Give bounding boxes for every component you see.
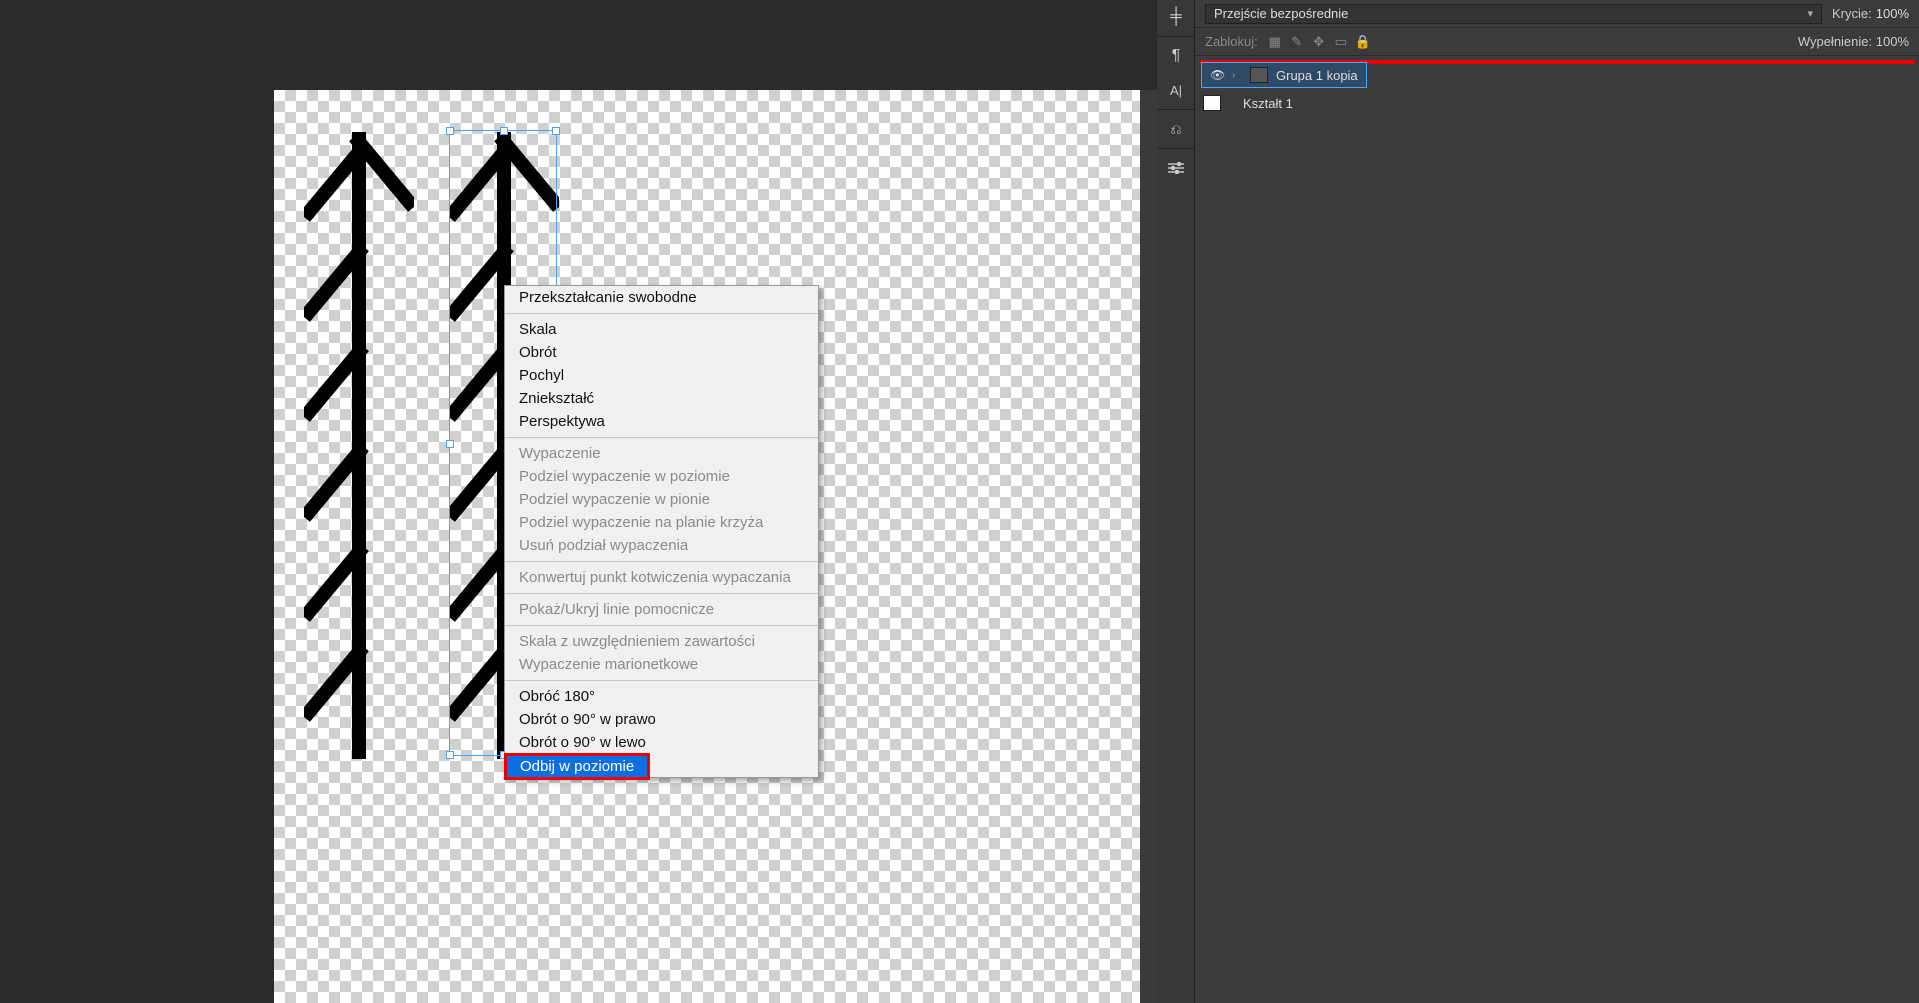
transform-handle-nw[interactable] <box>446 127 454 135</box>
layer-visibility-icon[interactable]: 👁 <box>1210 68 1224 82</box>
context-menu-item: Wypaczenie <box>505 442 818 465</box>
context-menu-item[interactable]: Obrót <box>505 341 818 364</box>
layer-name[interactable]: Grupa 1 kopia <box>1276 68 1358 83</box>
lock-artboard-icon[interactable]: ▭ <box>1332 33 1350 51</box>
fill-value[interactable]: 100% <box>1876 34 1909 49</box>
layers-list: 👁›Grupa 1 kopia👁›Grupa 1👁Kształt 1 <box>1195 56 1919 116</box>
context-menu-item[interactable]: Obrót o 90° w prawo <box>505 708 818 731</box>
artwork-branch-1 <box>304 132 414 772</box>
context-menu-item: Pokaż/Ukryj linie pomocnicze <box>505 598 818 621</box>
layers-lock-row: Zablokuj: ▦ ✎ ✥ ▭ 🔒 Wypełnienie: 100% <box>1195 28 1919 56</box>
blend-mode-dropdown[interactable]: Przejście bezpośrednie ▾ <box>1205 4 1822 24</box>
layer-name[interactable]: Kształt 1 <box>1243 96 1293 111</box>
context-menu-item: Podziel wypaczenie w poziomie <box>505 465 818 488</box>
context-menu-item[interactable]: Przekształcanie swobodne <box>505 286 818 309</box>
brush-panel-icon[interactable]: ╪ <box>1157 0 1195 34</box>
context-menu-item: Usuń podział wypaczenia <box>505 534 818 557</box>
transform-handle-ne[interactable] <box>552 127 560 135</box>
transform-context-menu: Przekształcanie swobodne SkalaObrótPochyl… <box>504 285 819 778</box>
layer-row[interactable]: 👁 › Grupa 1 kopia <box>1201 62 1367 88</box>
lock-pixels-icon[interactable]: ✎ <box>1288 33 1306 51</box>
path-icon[interactable]: ⎌ <box>1157 112 1195 146</box>
fill-label: Wypełnienie: <box>1798 34 1872 49</box>
transform-handle-n[interactable] <box>500 127 508 135</box>
layers-panel-header: Przejście bezpośrednie ▾ Krycie: 100% <box>1195 0 1919 28</box>
context-menu-item[interactable]: Obrót o 90° w lewo <box>505 731 818 754</box>
lock-transparency-icon[interactable]: ▦ <box>1266 33 1284 51</box>
lock-position-icon[interactable]: ✥ <box>1310 33 1328 51</box>
context-menu-item[interactable]: Obróć 180° <box>505 685 818 708</box>
context-menu-item: Podziel wypaczenie na planie krzyża <box>505 511 818 534</box>
context-menu-item[interactable]: Perspektywa <box>505 410 818 433</box>
layer-row[interactable]: 👁Kształt 1 <box>1195 90 1919 116</box>
context-menu-item: Konwertuj punkt kotwiczenia wypaczania <box>505 566 818 589</box>
layer-thumbnail <box>1203 95 1221 111</box>
context-menu-item: Wypaczenie marionetkowe <box>505 653 818 676</box>
lock-all-icon[interactable]: 🔒 <box>1354 33 1372 51</box>
layers-panel: Przejście bezpośrednie ▾ Krycie: 100% Za… <box>1195 0 1919 1003</box>
lock-label: Zablokuj: <box>1205 34 1258 49</box>
folder-icon <box>1250 67 1268 83</box>
collapsed-panel-strip: ╪ ¶ A| ⎌ <box>1157 0 1195 1003</box>
transform-handle-w[interactable] <box>446 440 454 448</box>
layer-expand-chevron[interactable]: › <box>1232 70 1242 81</box>
opacity-value[interactable]: 100% <box>1876 6 1909 21</box>
context-menu-item[interactable]: Skala <box>505 318 818 341</box>
canvas-scrollbar-vertical[interactable] <box>1140 90 1157 1003</box>
context-menu-item[interactable]: Pochyl <box>505 364 818 387</box>
chevron-down-icon: ▾ <box>1807 7 1813 20</box>
adjustments-icon[interactable] <box>1157 151 1195 185</box>
context-menu-item: Skala z uwzględnieniem zawartości <box>505 630 818 653</box>
blend-mode-value: Przejście bezpośrednie <box>1214 6 1348 21</box>
transform-handle-sw[interactable] <box>446 751 454 759</box>
context-menu-item: Podziel wypaczenie w pionie <box>505 488 818 511</box>
context-menu-item[interactable]: Odbij w poziomie <box>505 754 649 779</box>
context-menu-item[interactable]: Zniekształć <box>505 387 818 410</box>
character-icon[interactable]: A| <box>1157 73 1195 107</box>
opacity-label: Krycie: <box>1832 6 1872 21</box>
paragraph-icon[interactable]: ¶ <box>1157 39 1195 73</box>
